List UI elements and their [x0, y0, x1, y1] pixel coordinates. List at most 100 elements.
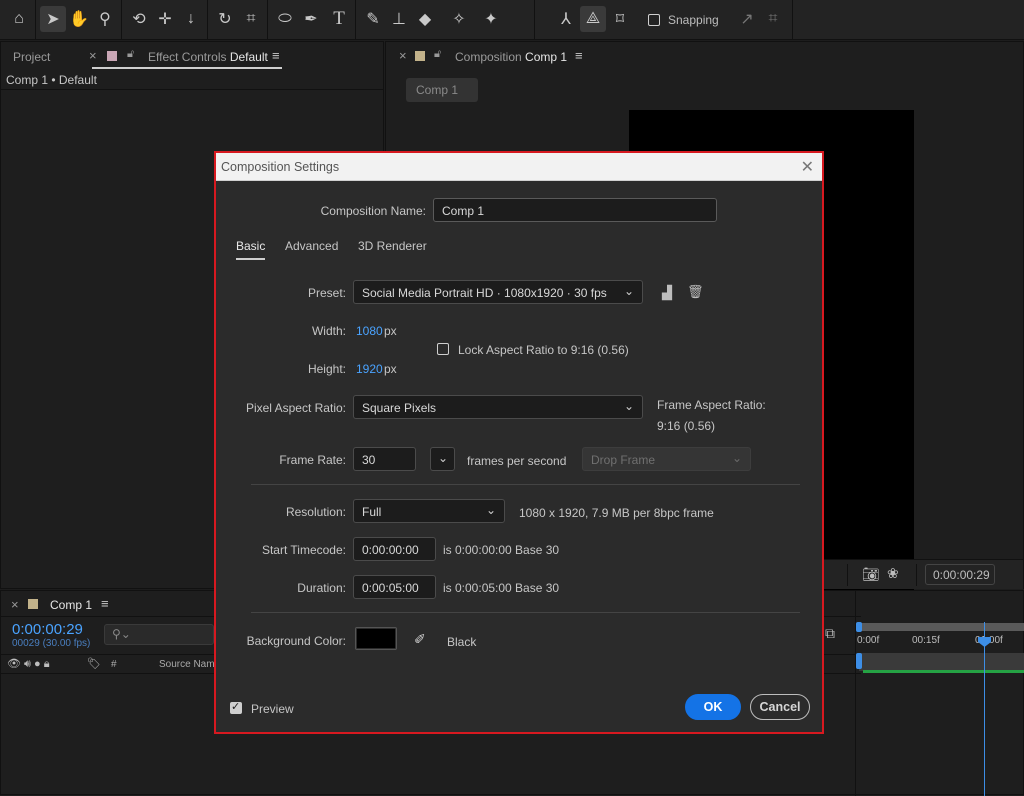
snapshot-camera-icon[interactable]: 📷︎ [862, 566, 880, 583]
eraser-tool-icon[interactable]: ◆ [412, 6, 438, 32]
brush-tool-icon[interactable]: ✎ [360, 6, 386, 32]
tools-toolbar: ⌂ ➤ ✋ ⚲ ⟲ ✛ ↓ ↻ ⌗ ⬭ ✒ T ✎ ⊥ ◆ ✧ ✦ ⅄ ⟁ ⌑ … [0, 0, 1024, 40]
duration-label: Duration: [297, 581, 346, 595]
frame-aspect-value: 9:16 (0.56) [657, 419, 716, 433]
roto-brush-tool-icon[interactable]: ✧ [446, 6, 472, 32]
ruler-label-1: 00:15f [912, 635, 940, 646]
av-switches-icons[interactable]: 👁︎ 🔊︎ ● 🔒︎ [7, 657, 50, 671]
world-axis-mode-icon[interactable]: ⟁ [580, 6, 606, 32]
close-tab-icon[interactable]: × [89, 48, 97, 63]
panel-menu-icon[interactable]: ≡ [101, 596, 109, 611]
layer-bar-area [859, 653, 1024, 671]
clone-stamp-tool-icon[interactable]: ⊥ [386, 6, 412, 32]
hand-tool-icon[interactable]: ✋ [66, 6, 92, 32]
pen-tool-icon[interactable]: ✒ [298, 6, 324, 32]
home-icon[interactable]: ⌂ [6, 6, 32, 32]
work-area-start-handle[interactable] [856, 622, 862, 632]
snapping-options-icon[interactable]: ↗ [734, 6, 760, 32]
zoom-tool-icon[interactable]: ⚲ [92, 6, 118, 32]
duration-info: is 0:00:05:00 Base 30 [443, 581, 560, 595]
current-time-display[interactable]: 0:00:00:29 [12, 621, 83, 638]
tab-3d-renderer[interactable]: 3D Renderer [358, 239, 427, 253]
selection-tool-icon[interactable]: ➤ [40, 6, 66, 32]
show-snapshot-icon[interactable]: ❀ [887, 565, 899, 582]
preview-checkbox[interactable] [230, 700, 242, 714]
lock-icon[interactable]: 🔓︎ [434, 48, 441, 61]
chevron-down-icon: ⌄ [437, 451, 448, 465]
viewer-timecode[interactable]: 0:00:00:29 [925, 564, 995, 585]
frame-rate-input[interactable]: 30 [353, 447, 416, 471]
label-tag-icon[interactable]: 🏷︎ [87, 657, 101, 670]
par-dropdown[interactable]: Square Pixels ⌄ [353, 395, 643, 419]
panel-color-swatch [28, 599, 38, 609]
column-source-name[interactable]: Source Name [159, 659, 220, 670]
layer-in-point-handle[interactable] [856, 653, 862, 669]
width-label: Width: [311, 324, 346, 338]
effect-controls-subheader: Comp 1 • Default [6, 73, 97, 87]
fps-label: frames per second [467, 454, 567, 468]
timeline-search-input[interactable]: ⚲⌄ [104, 624, 214, 645]
panel-menu-icon[interactable]: ≡ [272, 48, 280, 63]
type-tool-icon[interactable]: T [326, 6, 352, 32]
height-value[interactable]: 1920 [356, 362, 383, 376]
pan-camera-icon[interactable]: ✛ [152, 6, 178, 32]
anchor-point-tool-icon[interactable]: ⌗ [238, 6, 264, 32]
lock-aspect-checkbox[interactable] [437, 343, 449, 355]
tab-advanced[interactable]: Advanced [285, 239, 338, 253]
bg-color-name: Black [447, 635, 477, 649]
resolution-dropdown[interactable]: Full ⌄ [353, 499, 505, 523]
render-bar [863, 670, 1024, 673]
start-timecode-label: Start Timecode: [261, 543, 346, 557]
panel-menu-icon[interactable]: ≡ [575, 48, 583, 63]
view-axis-mode-icon[interactable]: ⌑ [607, 6, 633, 32]
snap-grid-icon[interactable]: ⌗ [760, 6, 786, 32]
close-tab-icon[interactable]: × [11, 597, 19, 612]
rotation-tool-icon[interactable]: ↻ [212, 6, 238, 32]
orbit-camera-icon[interactable]: ⟲ [126, 6, 152, 32]
save-preset-icon[interactable]: ▟ [662, 285, 672, 301]
cancel-button[interactable]: Cancel [750, 694, 810, 720]
lock-icon[interactable]: 🔓︎ [127, 48, 134, 61]
close-icon[interactable]: ✕ [801, 157, 814, 177]
tab-timeline-comp[interactable]: Comp 1 [50, 598, 92, 612]
par-value: Square Pixels [362, 401, 437, 415]
frame-aspect-label: Frame Aspect Ratio: [657, 398, 766, 412]
dialog-title: Composition Settings [221, 160, 340, 174]
comp-flowchart-icon[interactable]: ⧉ [825, 625, 835, 642]
ok-button[interactable]: OK [685, 694, 741, 720]
tab-composition-prefix: Composition [455, 50, 522, 64]
eyedropper-icon[interactable]: ✐ [414, 631, 426, 648]
search-icon: ⚲⌄ [112, 627, 131, 641]
duration-input[interactable]: 0:00:05:00 [353, 575, 436, 599]
chevron-down-icon: ⌄ [623, 284, 634, 298]
delete-preset-icon[interactable]: 🗑︎ [687, 284, 704, 300]
playhead-line[interactable] [984, 622, 985, 796]
dolly-camera-icon[interactable]: ↓ [178, 6, 204, 32]
preset-dropdown[interactable]: Social Media Portrait HD · 1080x1920 · 3… [353, 280, 643, 304]
local-axis-mode-icon[interactable]: ⅄ [553, 6, 579, 32]
dialog-titlebar: Composition Settings ✕ [216, 153, 822, 181]
column-number: # [111, 659, 117, 670]
tab-project[interactable]: Project [13, 50, 50, 64]
preset-label: Preset: [307, 286, 346, 300]
tab-effect-controls[interactable]: Effect Controls Default [148, 50, 268, 64]
comp-breadcrumb[interactable]: Comp 1 [406, 78, 478, 102]
width-value[interactable]: 1080 [356, 324, 383, 338]
frame-rate-dropdown[interactable]: ⌄ [430, 447, 455, 471]
resolution-label: Resolution: [285, 505, 346, 519]
comp-name-input[interactable]: Comp 1 [433, 198, 717, 222]
snapping-checkbox[interactable] [648, 14, 660, 26]
tab-composition[interactable]: Composition Comp 1 [455, 50, 567, 64]
drop-frame-value: Drop Frame [591, 453, 656, 467]
tab-composition-name: Comp 1 [525, 50, 568, 64]
close-tab-icon[interactable]: × [399, 48, 407, 63]
start-timecode-input[interactable]: 0:00:00:00 [353, 537, 436, 561]
tab-basic[interactable]: Basic [236, 239, 266, 260]
bg-color-swatch[interactable] [355, 627, 397, 650]
panel-color-swatch [107, 51, 117, 61]
puppet-pin-tool-icon[interactable]: ✦ [478, 6, 504, 32]
divider [251, 612, 800, 613]
composition-settings-dialog: Composition Settings ✕ Composition Name:… [214, 151, 824, 734]
work-area-bar[interactable] [859, 623, 1024, 631]
ellipse-tool-icon[interactable]: ⬭ [272, 6, 298, 32]
